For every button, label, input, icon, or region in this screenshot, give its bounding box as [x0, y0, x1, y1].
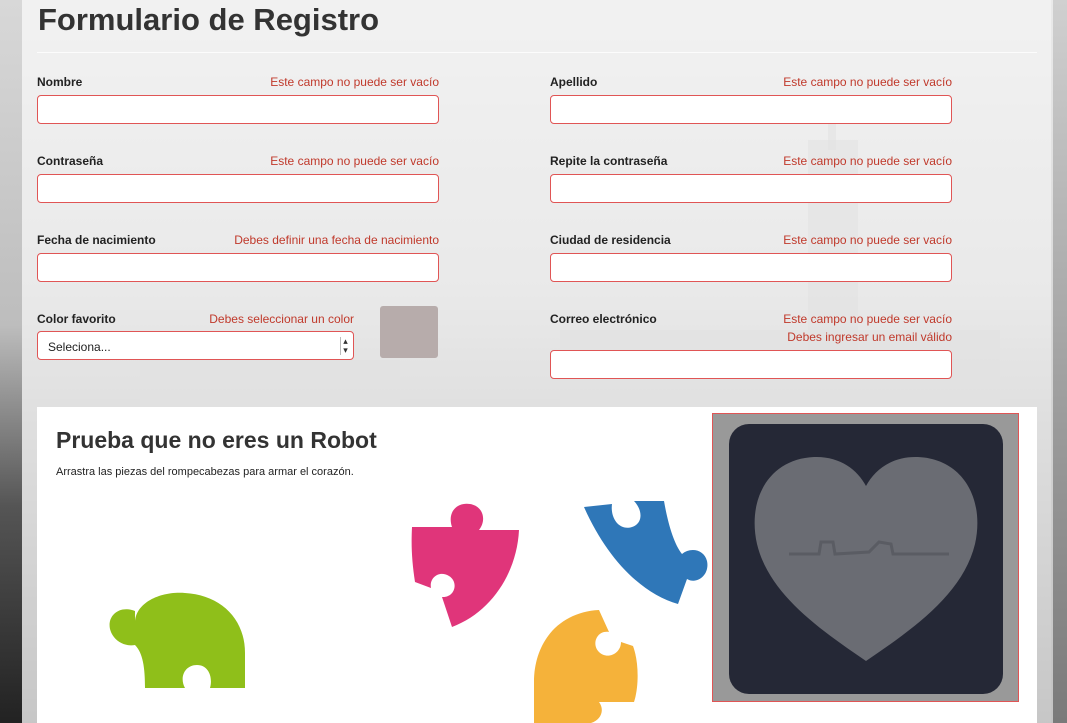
fecha-nacimiento-input[interactable] [37, 253, 439, 282]
right-edge-strip [1051, 0, 1067, 723]
puzzle-board [729, 424, 1003, 694]
orange-puzzle-piece[interactable] [529, 602, 644, 723]
green-puzzle-piece[interactable] [105, 583, 247, 698]
color-select-value: Seleciona... [48, 340, 111, 354]
pink-puzzle-piece[interactable] [407, 502, 522, 630]
color-select[interactable]: Seleciona... ▴ ▾ [37, 331, 354, 360]
color-error: Debes seleccionar un color [209, 312, 354, 326]
contrasena-input[interactable] [37, 174, 439, 203]
puzzle-target-frame[interactable] [712, 413, 1019, 702]
ciudad-error: Este campo no puede ser vacío [783, 233, 952, 247]
apellido-error: Este campo no puede ser vacío [783, 75, 952, 89]
nombre-error: Este campo no puede ser vacío [270, 75, 439, 89]
nombre-input[interactable] [37, 95, 439, 124]
correo-error-email: Debes ingresar un email válido [787, 330, 952, 344]
field-color: Color favorito Debes seleccionar un colo… [37, 306, 439, 362]
blue-puzzle-piece[interactable] [582, 499, 712, 611]
apellido-label: Apellido [550, 75, 598, 89]
captcha-title: Prueba que no eres un Robot [56, 427, 377, 453]
correo-input[interactable] [550, 350, 952, 379]
color-label: Color favorito [37, 312, 116, 326]
repite-contrasena-error: Este campo no puede ser vacío [783, 154, 952, 168]
correo-label: Correo electrónico [550, 312, 657, 326]
nombre-label: Nombre [37, 75, 83, 89]
ciudad-input[interactable] [550, 253, 952, 282]
repite-contrasena-label: Repite la contraseña [550, 154, 668, 168]
heart-target-icon [754, 456, 978, 661]
apellido-input[interactable] [550, 95, 952, 124]
fecha-nacimiento-error: Debes definir una fecha de nacimiento [234, 233, 439, 247]
page-title: Formulario de Registro [38, 2, 380, 37]
captcha-panel: Prueba que no eres un Robot Arrastra las… [37, 407, 1037, 723]
left-edge-strip [0, 0, 22, 723]
ciudad-label: Ciudad de residencia [550, 233, 671, 247]
captcha-instructions: Arrastra las piezas del rompecabezas par… [56, 466, 354, 478]
color-swatch [380, 306, 438, 358]
title-divider [37, 52, 1037, 53]
correo-error: Este campo no puede ser vacío [783, 312, 952, 326]
contrasena-label: Contraseña [37, 154, 104, 168]
fecha-nacimiento-label: Fecha de nacimiento [37, 233, 156, 247]
contrasena-error: Este campo no puede ser vacío [270, 154, 439, 168]
repite-contrasena-input[interactable] [550, 174, 952, 203]
select-arrows-icon: ▴ ▾ [340, 337, 350, 355]
